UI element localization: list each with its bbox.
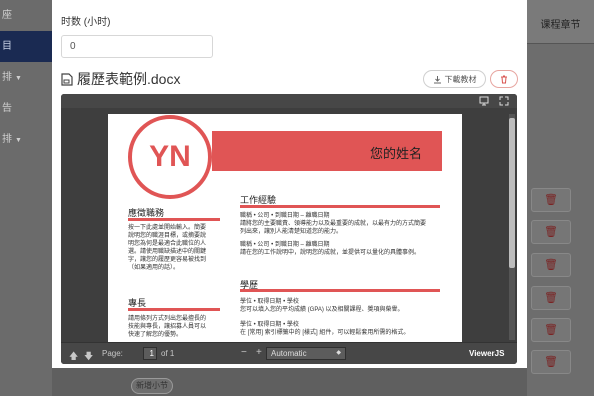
edit-modal: 时数 (小时) 履歷表範例.docx 下載教材 您的姓 (52, 0, 527, 368)
select-caret-icon: ◆ (336, 350, 341, 356)
caret-down-icon: ▼ (15, 75, 22, 82)
add-section-button[interactable]: 新增小节 (131, 378, 173, 394)
viewer-scrollbar[interactable] (509, 114, 515, 340)
caret-down-icon: ▼ (15, 137, 22, 144)
skills-line: （如果適用的話）。 (128, 265, 180, 271)
name-banner: 您的姓名 (212, 131, 442, 171)
sidebar-item-label: 排 (2, 72, 12, 83)
trash-icon[interactable]: 🗑 (531, 318, 571, 342)
document-viewer: 您的姓名 YN 工作經驗 職稱 • 公司 • 到職日期 – 離職日期 請將您的主… (61, 94, 517, 364)
tab-course-chapters[interactable]: 课程章节 (527, 0, 594, 44)
section-rule (128, 218, 220, 221)
education-line: 學位 • 取得日期 • 學校 (240, 299, 299, 305)
scrollbar-thumb[interactable] (509, 118, 515, 268)
sidebar-item[interactable]: 告 (0, 93, 52, 124)
download-icon (433, 75, 441, 83)
page-label: Page: (102, 349, 123, 358)
trash-icon[interactable]: 🗑 (531, 253, 571, 277)
strengths-line: 技能與專長，讓招募人員可以 (128, 324, 207, 330)
trash-icon[interactable]: 🗑 (531, 220, 571, 244)
skills-line: 明您為何是最適合此職位的人 (128, 241, 207, 247)
sidebar-item[interactable]: 排 ▼ (0, 62, 52, 93)
work-line: 請將您的主要職責、領導能力以及最重要的成就，以最有力的方式簡要 (240, 221, 427, 227)
education-line: 您可以填入您的平均成績 (GPA) 以及相關課程、獎項與榮譽。 (240, 307, 404, 313)
skills-line: 選。請使用職缺描述中的關鍵 (128, 249, 207, 255)
presentation-icon[interactable] (479, 96, 489, 106)
initials-circle: YN (128, 115, 212, 199)
section-rule (240, 289, 440, 292)
zoom-value: Automatic (271, 349, 307, 358)
sidebar-item-active[interactable]: 目 (0, 31, 52, 62)
strengths-line: 請用條列方式列出您最擅長的 (128, 316, 207, 322)
viewer-toolbar-bottom: 🡅 🡇 Page: 1 of 1 − + Automatic ◆ ViewerJS (61, 342, 517, 364)
work-line: 職稱 • 公司 • 到職日期 – 離職日期 (240, 242, 330, 248)
zoom-select[interactable]: Automatic ◆ (266, 347, 346, 360)
file-name: 履歷表範例.docx (77, 71, 181, 87)
download-button[interactable]: 下載教材 (423, 70, 486, 88)
resume-name: 您的姓名 (369, 146, 422, 161)
sidebar-item[interactable]: 排 ▼ (0, 124, 52, 155)
sidebar-item-label: 目 (2, 41, 12, 52)
sidebar-item-label: 排 (2, 134, 12, 145)
zoom-in-icon[interactable]: + (256, 347, 262, 358)
hours-input[interactable] (61, 35, 213, 58)
education-line: 學位 • 取得日期 • 學校 (240, 322, 299, 328)
fullscreen-icon[interactable] (499, 96, 509, 106)
arrow-up-icon[interactable]: 🡅 (69, 349, 78, 364)
background-sidebar: 座 目 排 ▼ 告 排 ▼ (0, 0, 52, 396)
sidebar-item-label: 告 (2, 103, 12, 114)
page-number-input[interactable]: 1 (143, 347, 157, 360)
hours-label: 时数 (小时) (61, 17, 111, 28)
education-line: 在 [常用] 索引標籤中的 [樣式] 組件，可以輕鬆套用所需的格式。 (240, 330, 410, 336)
arrow-down-icon[interactable]: 🡇 (84, 349, 93, 364)
trash-icon (501, 75, 507, 83)
file-row: 履歷表範例.docx (61, 70, 180, 88)
section-rule (128, 308, 220, 311)
initials: YN (149, 140, 191, 173)
download-label: 下載教材 (444, 74, 477, 84)
viewer-toolbar-top (61, 94, 517, 108)
skills-line: 說明您的職涯目標，或摘要說 (128, 233, 207, 239)
skills-line: 字，讓您的履歷更容易被找到 (128, 257, 207, 263)
skills-line: 按一下此處並開始輸入。簡要 (128, 225, 207, 231)
file-icon (61, 72, 73, 86)
trash-icon[interactable]: 🗑 (531, 188, 571, 212)
document-page: 您的姓名 YN 工作經驗 職稱 • 公司 • 到職日期 – 離職日期 請將您的主… (108, 114, 462, 342)
page-total: of 1 (161, 349, 175, 358)
section-rule (240, 205, 440, 208)
delete-file-button[interactable] (490, 70, 518, 88)
trash-icon[interactable]: 🗑 (531, 286, 571, 310)
strengths-line: 快速了解您的優勢。 (128, 332, 183, 338)
work-line: 請在您的工作說明中，說明您的成就，並提供可以量化的具體事例。 (240, 250, 421, 256)
viewerjs-brand: ViewerJS (469, 349, 505, 358)
work-line: 職稱 • 公司 • 到職日期 – 離職日期 (240, 213, 330, 219)
trash-icon[interactable]: 🗑 (531, 350, 571, 374)
sidebar-item[interactable]: 座 (0, 0, 52, 31)
zoom-out-icon[interactable]: − (241, 347, 247, 358)
sidebar-item-label: 座 (2, 10, 12, 21)
work-line: 列出來，讓別人能清楚知道您的能力。 (240, 229, 343, 235)
